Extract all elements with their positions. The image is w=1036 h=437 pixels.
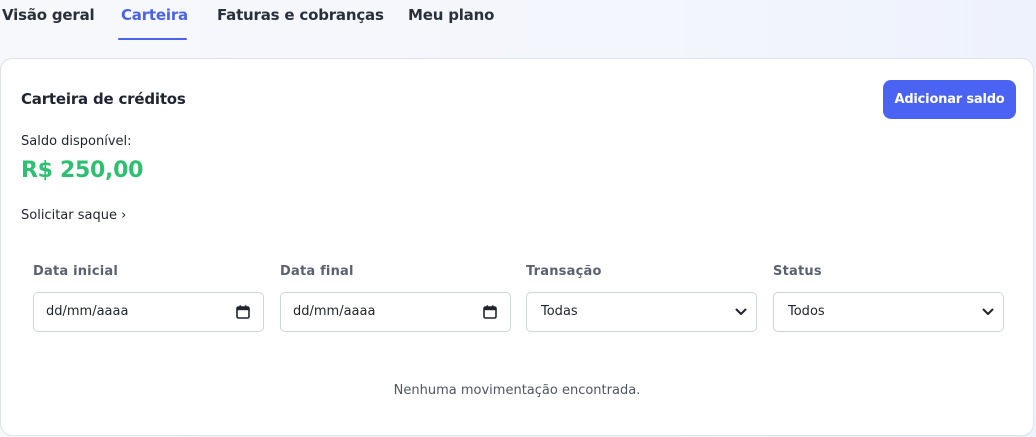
start-date-input[interactable]: dd/mm/aaaa [33, 292, 264, 332]
active-tab-indicator [118, 38, 187, 40]
calendar-icon[interactable] [483, 305, 497, 319]
status-label: Status [773, 264, 822, 279]
end-date-input[interactable]: dd/mm/aaaa [280, 292, 511, 332]
tab-bar: Visão geral Carteira Faturas e cobranças… [0, 0, 1036, 42]
balance-label: Saldo disponível: [21, 134, 132, 149]
filter-status: Status Todos [773, 264, 1004, 332]
transaction-label: Transação [526, 264, 602, 279]
transaction-selected-value: Todas [541, 304, 578, 319]
balance-value: R$ 250,00 [21, 158, 144, 183]
end-date-label: Data final [280, 264, 354, 279]
card-title: Carteira de créditos [21, 90, 186, 108]
filter-transaction: Transação Todas [526, 264, 757, 332]
add-balance-button[interactable]: Adicionar saldo [883, 80, 1016, 119]
start-date-value: dd/mm/aaaa [46, 304, 129, 319]
status-select[interactable]: Todos [773, 292, 1004, 332]
tab-overview[interactable]: Visão geral [2, 6, 95, 24]
empty-state-message: Nenhuma movimentação encontrada. [393, 383, 641, 398]
calendar-icon[interactable] [236, 305, 250, 319]
end-date-value: dd/mm/aaaa [293, 304, 376, 319]
chevron-down-icon [982, 308, 994, 315]
request-withdrawal-link[interactable]: Solicitar saque › [21, 208, 126, 223]
wallet-card: Carteira de créditos Adicionar saldo Sal… [0, 58, 1034, 436]
status-selected-value: Todos [788, 304, 825, 319]
tab-wallet[interactable]: Carteira [121, 6, 188, 24]
tab-my-plan[interactable]: Meu plano [408, 6, 494, 24]
filter-start-date: Data inicial dd/mm/aaaa [33, 264, 264, 332]
filter-end-date: Data final dd/mm/aaaa [280, 264, 511, 332]
transaction-select[interactable]: Todas [526, 292, 757, 332]
chevron-down-icon [735, 308, 747, 315]
start-date-label: Data inicial [33, 264, 119, 279]
tab-invoices[interactable]: Faturas e cobranças [217, 6, 384, 24]
